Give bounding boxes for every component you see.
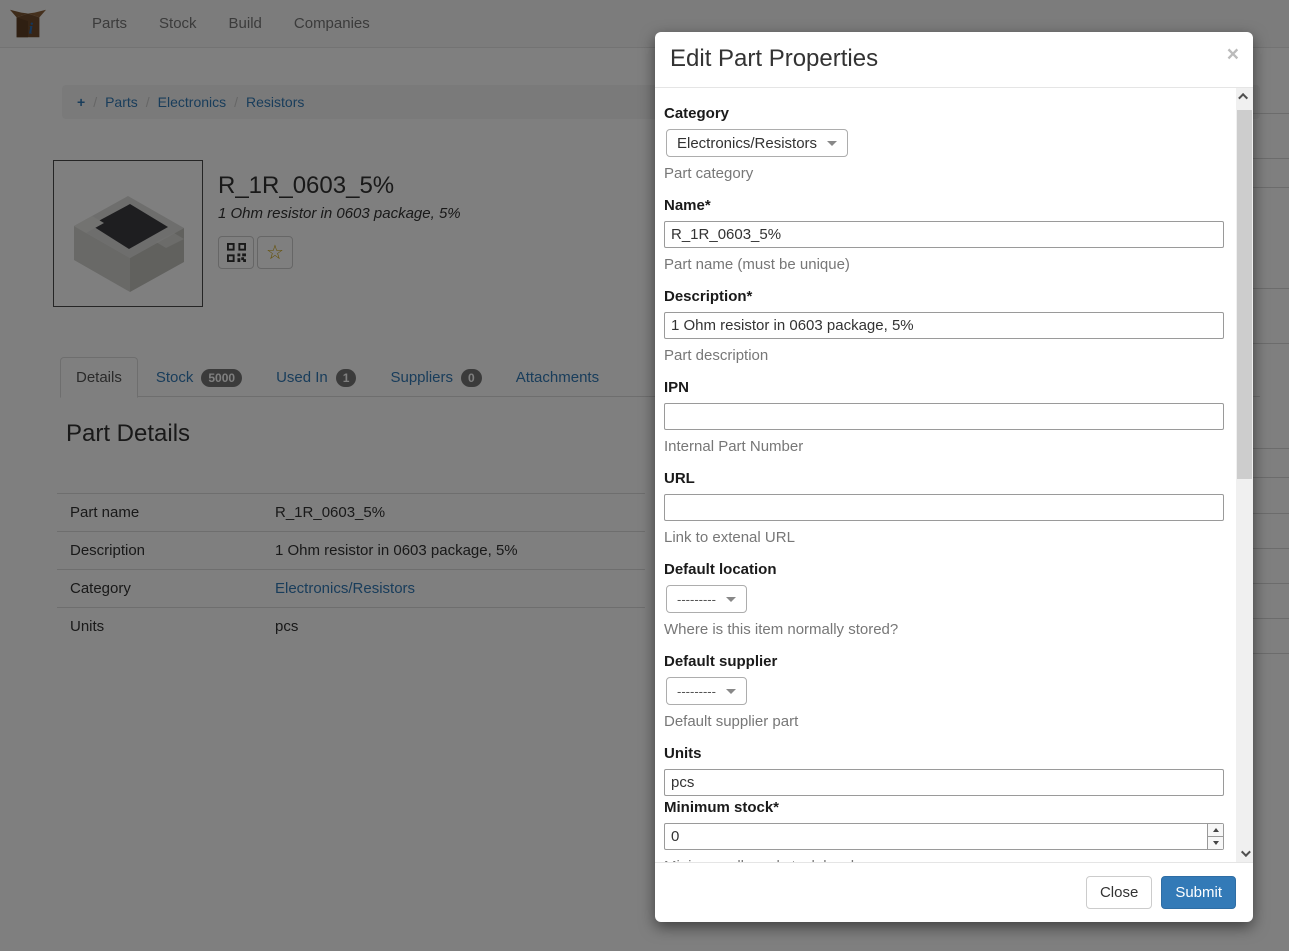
scroll-up-button[interactable]	[1236, 88, 1253, 105]
field-default-location: Default location --------- Where is this…	[664, 561, 1225, 638]
field-help: Part name (must be unique)	[664, 256, 1225, 273]
units-input[interactable]	[664, 769, 1224, 796]
field-label: Category	[664, 105, 1225, 122]
name-input[interactable]	[664, 221, 1224, 248]
field-url: URL Link to extenal URL	[664, 470, 1225, 546]
arrow-up-icon	[1213, 828, 1219, 832]
field-help: Default supplier part	[664, 713, 1225, 730]
minimum-stock-input[interactable]	[664, 823, 1224, 850]
field-help: Part category	[664, 165, 1225, 182]
field-label: URL	[664, 470, 1225, 487]
field-units: Units	[664, 745, 1225, 796]
field-minimum-stock: Minimum stock* Minimum allowed stock lev…	[664, 799, 1225, 862]
field-category: Category Electronics/Resistors Part cate…	[664, 105, 1225, 182]
default-supplier-select[interactable]: ---------	[666, 677, 747, 705]
ipn-input[interactable]	[664, 403, 1224, 430]
field-help: Internal Part Number	[664, 438, 1225, 455]
submit-button[interactable]: Submit	[1161, 876, 1236, 909]
field-label: Units	[664, 745, 1225, 762]
spinner-up-button[interactable]	[1208, 824, 1223, 836]
modal-footer: Close Submit	[655, 862, 1253, 922]
field-label: IPN	[664, 379, 1225, 396]
scroll-down-button[interactable]	[1236, 845, 1253, 862]
field-description: Description* Part description	[664, 288, 1225, 364]
field-label: Default location	[664, 561, 1225, 578]
field-label: Minimum stock*	[664, 799, 1225, 816]
chevron-up-icon	[1238, 93, 1248, 103]
chevron-down-icon	[827, 141, 837, 146]
default-location-select[interactable]: ---------	[666, 585, 747, 613]
field-name: Name* Part name (must be unique)	[664, 197, 1225, 273]
spinner-down-button[interactable]	[1208, 836, 1223, 849]
field-help: Link to extenal URL	[664, 529, 1225, 546]
chevron-down-icon	[1241, 847, 1251, 857]
chevron-down-icon	[726, 689, 736, 694]
field-help: Where is this item normally stored?	[664, 621, 1225, 638]
modal-title: Edit Part Properties	[670, 45, 1238, 73]
modal-header: Edit Part Properties ×	[655, 32, 1253, 88]
number-spinner	[1207, 824, 1223, 849]
select-value: ---------	[677, 684, 716, 699]
field-label: Name*	[664, 197, 1225, 214]
close-button[interactable]: Close	[1086, 876, 1152, 909]
field-label: Description*	[664, 288, 1225, 305]
edit-part-modal: Edit Part Properties × Category Electron…	[655, 32, 1253, 922]
field-default-supplier: Default supplier --------- Default suppl…	[664, 653, 1225, 730]
field-label: Default supplier	[664, 653, 1225, 670]
arrow-down-icon	[1213, 841, 1219, 845]
field-help: Part description	[664, 347, 1225, 364]
field-help: Minimum allowed stock level	[664, 858, 1225, 862]
url-input[interactable]	[664, 494, 1224, 521]
screen: i Parts Stock Build Companies + / Parts …	[0, 0, 1289, 951]
select-value: Electronics/Resistors	[677, 135, 817, 152]
description-input[interactable]	[664, 312, 1224, 339]
field-ipn: IPN Internal Part Number	[664, 379, 1225, 455]
modal-body: Category Electronics/Resistors Part cate…	[655, 88, 1253, 862]
scrollbar-thumb[interactable]	[1237, 110, 1252, 479]
category-select[interactable]: Electronics/Resistors	[666, 129, 848, 157]
chevron-down-icon	[726, 597, 736, 602]
modal-scrollbar[interactable]	[1236, 88, 1253, 862]
close-icon[interactable]: ×	[1227, 44, 1239, 65]
select-value: ---------	[677, 592, 716, 607]
